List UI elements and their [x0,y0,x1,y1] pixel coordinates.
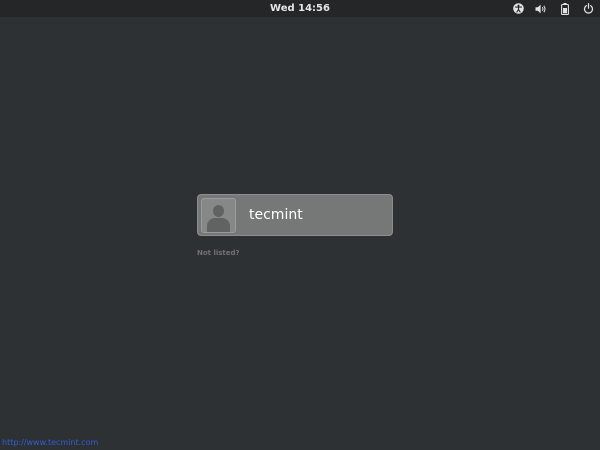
watermark-link: http://www.tecmint.com [2,438,99,447]
not-listed-link[interactable]: Not listed? [197,249,240,258]
avatar-head [213,205,224,217]
username-label: tecmint [249,207,303,223]
volume-icon[interactable] [534,2,548,15]
battery-icon[interactable] [559,2,571,15]
avatar-body [207,218,230,232]
top-bar: Wed 14:56 [0,0,600,17]
user-list-item[interactable]: tecmint [197,194,393,236]
power-icon[interactable] [581,2,595,15]
clock[interactable]: Wed 14:56 [0,2,600,15]
avatar [201,198,236,233]
login-screen: Wed 14:56 tecmint Not listed? http://www… [0,0,600,450]
accessibility-icon[interactable] [511,2,525,15]
